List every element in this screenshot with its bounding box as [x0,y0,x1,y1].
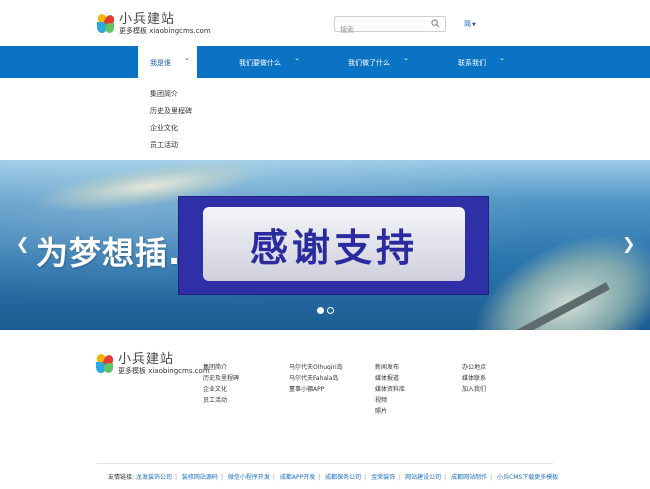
nav-item-label: 联系我们 [458,59,486,67]
separator: | [272,474,275,481]
footer-link[interactable]: 媒体联系 [462,373,486,384]
language-switch[interactable]: 简▼ [464,19,476,29]
slide-dots [317,307,334,314]
friend-link[interactable]: 网站建设公司 [405,474,441,481]
footer-divider [97,463,553,464]
friend-links-label: 友情链接: [108,474,135,481]
logo-title: 小兵建站 [119,12,176,27]
dropdown-item[interactable]: 历史及里程碑 [150,103,192,120]
nav-item-what-done[interactable]: 我们做了什么 ˇ [348,46,409,78]
separator: | [318,474,321,481]
chevron-down-icon: ˇ [184,58,190,67]
footer-link[interactable]: 视频 [375,395,405,406]
friend-link[interactable]: 龙发装饰公司 [136,474,172,481]
site-logo[interactable]: 小兵建站 更多模板 xiaobingcms.com [96,12,211,35]
footer-link[interactable]: 马尔代夫Fahala岛 [289,373,343,384]
footer-link[interactable]: 马尔代夫Olhuqiri岛 [289,362,343,373]
footer-link[interactable]: 媒体资料库 [375,384,405,395]
separator: | [364,474,367,481]
friend-link[interactable]: 小兵CMS下载更多模板 [497,474,558,481]
friend-link[interactable]: 装修网站源码 [182,474,218,481]
footer-link[interactable]: 媒体报道 [375,373,405,384]
separator: | [444,474,447,481]
caret-down-icon: ▼ [472,22,476,28]
nav-item-what-to-do[interactable]: 我们要做什么 ˇ [239,46,300,78]
dropdown-item[interactable]: 企业文化 [150,120,192,137]
footer-column-about: 集团简介 历史及里程碑 企业文化 员工活动 [203,362,239,406]
search-icon[interactable] [431,19,440,28]
separator: | [490,474,493,481]
footer-link[interactable]: 历史及里程碑 [203,373,239,384]
footer-link[interactable]: 集团简介 [203,362,239,373]
friend-link[interactable]: 成都APP开发 [280,474,315,481]
separator: | [174,474,177,481]
friend-link[interactable]: 成都网站制作 [451,474,487,481]
friend-link[interactable]: 微信小程序开发 [228,474,270,481]
footer-logo[interactable]: 小兵建站 更多模板 xiaobingcms.com [95,352,210,375]
nav-item-who[interactable]: 我是谁 ˇ [138,46,197,78]
main-nav: 我是谁 ˇ 我们要做什么 ˇ 我们做了什么 ˇ 联系我们 ˇ [0,46,650,78]
dropdown-item[interactable]: 员工活动 [150,137,192,154]
search-box [334,16,446,37]
chevron-down-icon: ˇ [499,58,505,67]
slide-dot[interactable] [317,307,324,314]
dropdown-item[interactable]: 集团简介 [150,86,192,103]
footer-link[interactable]: 办公地点 [462,362,486,373]
footer-link[interactable]: 加入我们 [462,384,486,395]
footer-link[interactable]: 企业文化 [203,384,239,395]
footer-column-projects: 马尔代夫Olhuqiri岛 马尔代夫Fahala岛 董事小棚APP [289,362,343,395]
language-label: 简 [464,20,471,28]
search-input[interactable] [335,23,425,37]
nav-item-contact[interactable]: 联系我们 ˇ [458,46,505,78]
friend-links: 友情链接: 龙发装饰公司 | 装修网站源码 | 微信小程序开发 | 成都APP开发 | … [108,472,558,481]
logo-subtitle: 更多模板 xiaobingcms.com [118,367,210,375]
friend-link[interactable]: 金荣装饰 [371,474,395,481]
footer-link[interactable]: 员工活动 [203,395,239,406]
prev-arrow-icon[interactable]: ❮ [16,234,29,253]
chevron-down-icon: ˇ [403,58,409,67]
nav-item-label: 我们做了什么 [348,59,390,67]
footer-link[interactable]: 照片 [375,406,405,417]
footer-link[interactable]: 新闻发布 [375,362,405,373]
separator: | [398,474,401,481]
site-header: 小兵建站 更多模板 xiaobingcms.com 简▼ [0,0,650,46]
next-arrow-icon[interactable]: ❯ [622,234,635,253]
logo-mark-icon [95,352,115,374]
logo-title: 小兵建站 [118,352,175,367]
nav-item-label: 我们要做什么 [239,59,281,67]
friend-link[interactable]: 成都保务公司 [325,474,361,481]
logo-mark-icon [96,12,116,34]
overlay-watermark: 感谢支持 [178,196,489,295]
nav-dropdown: 集团简介 历史及里程碑 企业文化 员工活动 [150,86,192,154]
footer-column-news: 新闻发布 媒体报道 媒体资料库 视频 照片 [375,362,405,417]
separator: | [220,474,223,481]
overlay-panel: 感谢支持 [203,207,465,281]
footer-link[interactable]: 董事小棚APP [289,384,343,395]
nav-item-label: 我是谁 [150,59,171,67]
footer-column-contact: 办公地点 媒体联系 加入我们 [462,362,486,395]
chevron-down-icon: ˇ [294,58,300,67]
slide-dot[interactable] [327,307,334,314]
overlay-text: 感谢支持 [249,225,418,270]
logo-subtitle: 更多模板 xiaobingcms.com [119,27,211,35]
